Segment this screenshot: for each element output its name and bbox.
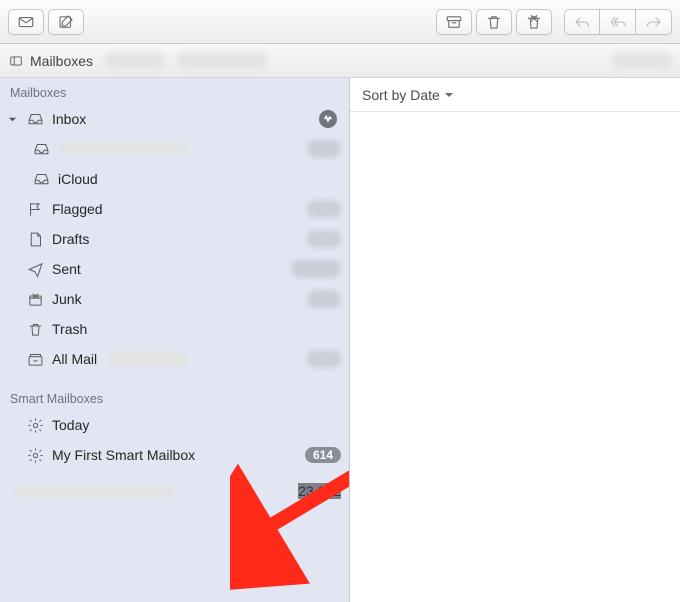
sidebar-item-label: All Mail — [52, 351, 101, 367]
sidebar-item-trash[interactable]: Trash — [0, 314, 349, 344]
count-badge-blurred — [307, 290, 341, 308]
sidebar-item-sent[interactable]: Sent — [0, 254, 349, 284]
sidebar-item-icloud[interactable]: iCloud — [0, 164, 349, 194]
get-mail-button[interactable] — [8, 9, 44, 35]
junk-icon — [525, 13, 543, 31]
sidebar-item-inbox[interactable]: Inbox — [0, 104, 349, 134]
junk-box-icon — [24, 291, 46, 308]
sort-label: Sort by Date — [362, 87, 440, 103]
gear-icon — [24, 447, 46, 464]
sidebar-item-label: Trash — [52, 321, 91, 337]
forward-button[interactable] — [636, 9, 672, 35]
sidebar-item-label: Flagged — [52, 201, 107, 217]
blurred-favorite — [177, 53, 267, 69]
archive-button[interactable] — [436, 9, 472, 35]
inbox-icon — [24, 111, 46, 128]
count-badge: 614 — [305, 447, 341, 463]
trash-icon — [485, 13, 503, 31]
count-badge-blurred — [307, 350, 341, 368]
count-badge-blurred — [307, 230, 341, 248]
count-badge-blurred — [291, 260, 341, 278]
favorites-mailboxes-label: Mailboxes — [30, 53, 93, 69]
sidebar-item-blurred[interactable]: 23,212 — [0, 476, 349, 506]
blurred-favorite — [105, 53, 165, 69]
count-badge-blurred — [307, 140, 341, 158]
sidebar-item-label: Today — [52, 417, 93, 433]
trash-folder-icon — [24, 321, 46, 338]
count-badge: 23,212 — [298, 483, 341, 499]
toolbar — [0, 0, 680, 44]
chevron-down-icon — [444, 90, 454, 100]
reply-all-icon — [609, 13, 627, 31]
smart-mailbox-today[interactable]: Today — [0, 410, 349, 440]
reply-all-button[interactable] — [600, 9, 636, 35]
account-activity-icon — [319, 110, 337, 128]
compose-icon — [57, 13, 75, 31]
section-header-smart-mailboxes: Smart Mailboxes — [0, 384, 349, 410]
sidebar-item-label: Sent — [52, 261, 85, 277]
sidebar-item-all-mail[interactable]: All Mail — [0, 344, 349, 374]
sidebar-item-account[interactable] — [0, 134, 349, 164]
blurred-favorite — [612, 53, 672, 69]
sidebar-item-flagged[interactable]: Flagged — [0, 194, 349, 224]
favorites-bar: Mailboxes — [0, 44, 680, 78]
gear-icon — [24, 417, 46, 434]
sidebar-item-junk[interactable]: Junk — [0, 284, 349, 314]
reply-button[interactable] — [564, 9, 600, 35]
compose-button[interactable] — [48, 9, 84, 35]
forward-icon — [645, 13, 663, 31]
favorites-mailboxes-button[interactable]: Mailboxes — [8, 53, 93, 69]
sidebar-item-label: iCloud — [58, 171, 102, 187]
sent-icon — [24, 261, 46, 278]
sidebar-item-label: Drafts — [52, 231, 93, 247]
archive-icon — [445, 13, 463, 31]
disclosure-triangle-icon[interactable] — [6, 115, 18, 124]
mark-junk-button[interactable] — [516, 9, 552, 35]
main-body: Mailboxes Inbox iCloud Flagged — [0, 78, 680, 602]
sidebar: Mailboxes Inbox iCloud Flagged — [0, 78, 350, 602]
message-list-pane: Sort by Date — [350, 78, 680, 602]
smart-mailbox-my-first[interactable]: My First Smart Mailbox 614 — [0, 440, 349, 470]
allmail-icon — [24, 351, 46, 368]
delete-button[interactable] — [476, 9, 512, 35]
envelope-icon — [17, 13, 35, 31]
reply-icon — [573, 13, 591, 31]
sort-control[interactable]: Sort by Date — [350, 78, 680, 112]
count-badge-blurred — [307, 200, 341, 218]
tray-icon — [30, 141, 52, 158]
sidebar-toggle-icon — [8, 54, 24, 68]
sidebar-item-label: My First Smart Mailbox — [52, 447, 199, 463]
drafts-icon — [24, 231, 46, 248]
sidebar-item-drafts[interactable]: Drafts — [0, 224, 349, 254]
sidebar-item-label: Junk — [52, 291, 86, 307]
flag-icon — [24, 201, 46, 218]
sidebar-item-label: Inbox — [52, 111, 90, 127]
tray-icon — [30, 171, 52, 188]
section-header-mailboxes: Mailboxes — [0, 78, 349, 104]
